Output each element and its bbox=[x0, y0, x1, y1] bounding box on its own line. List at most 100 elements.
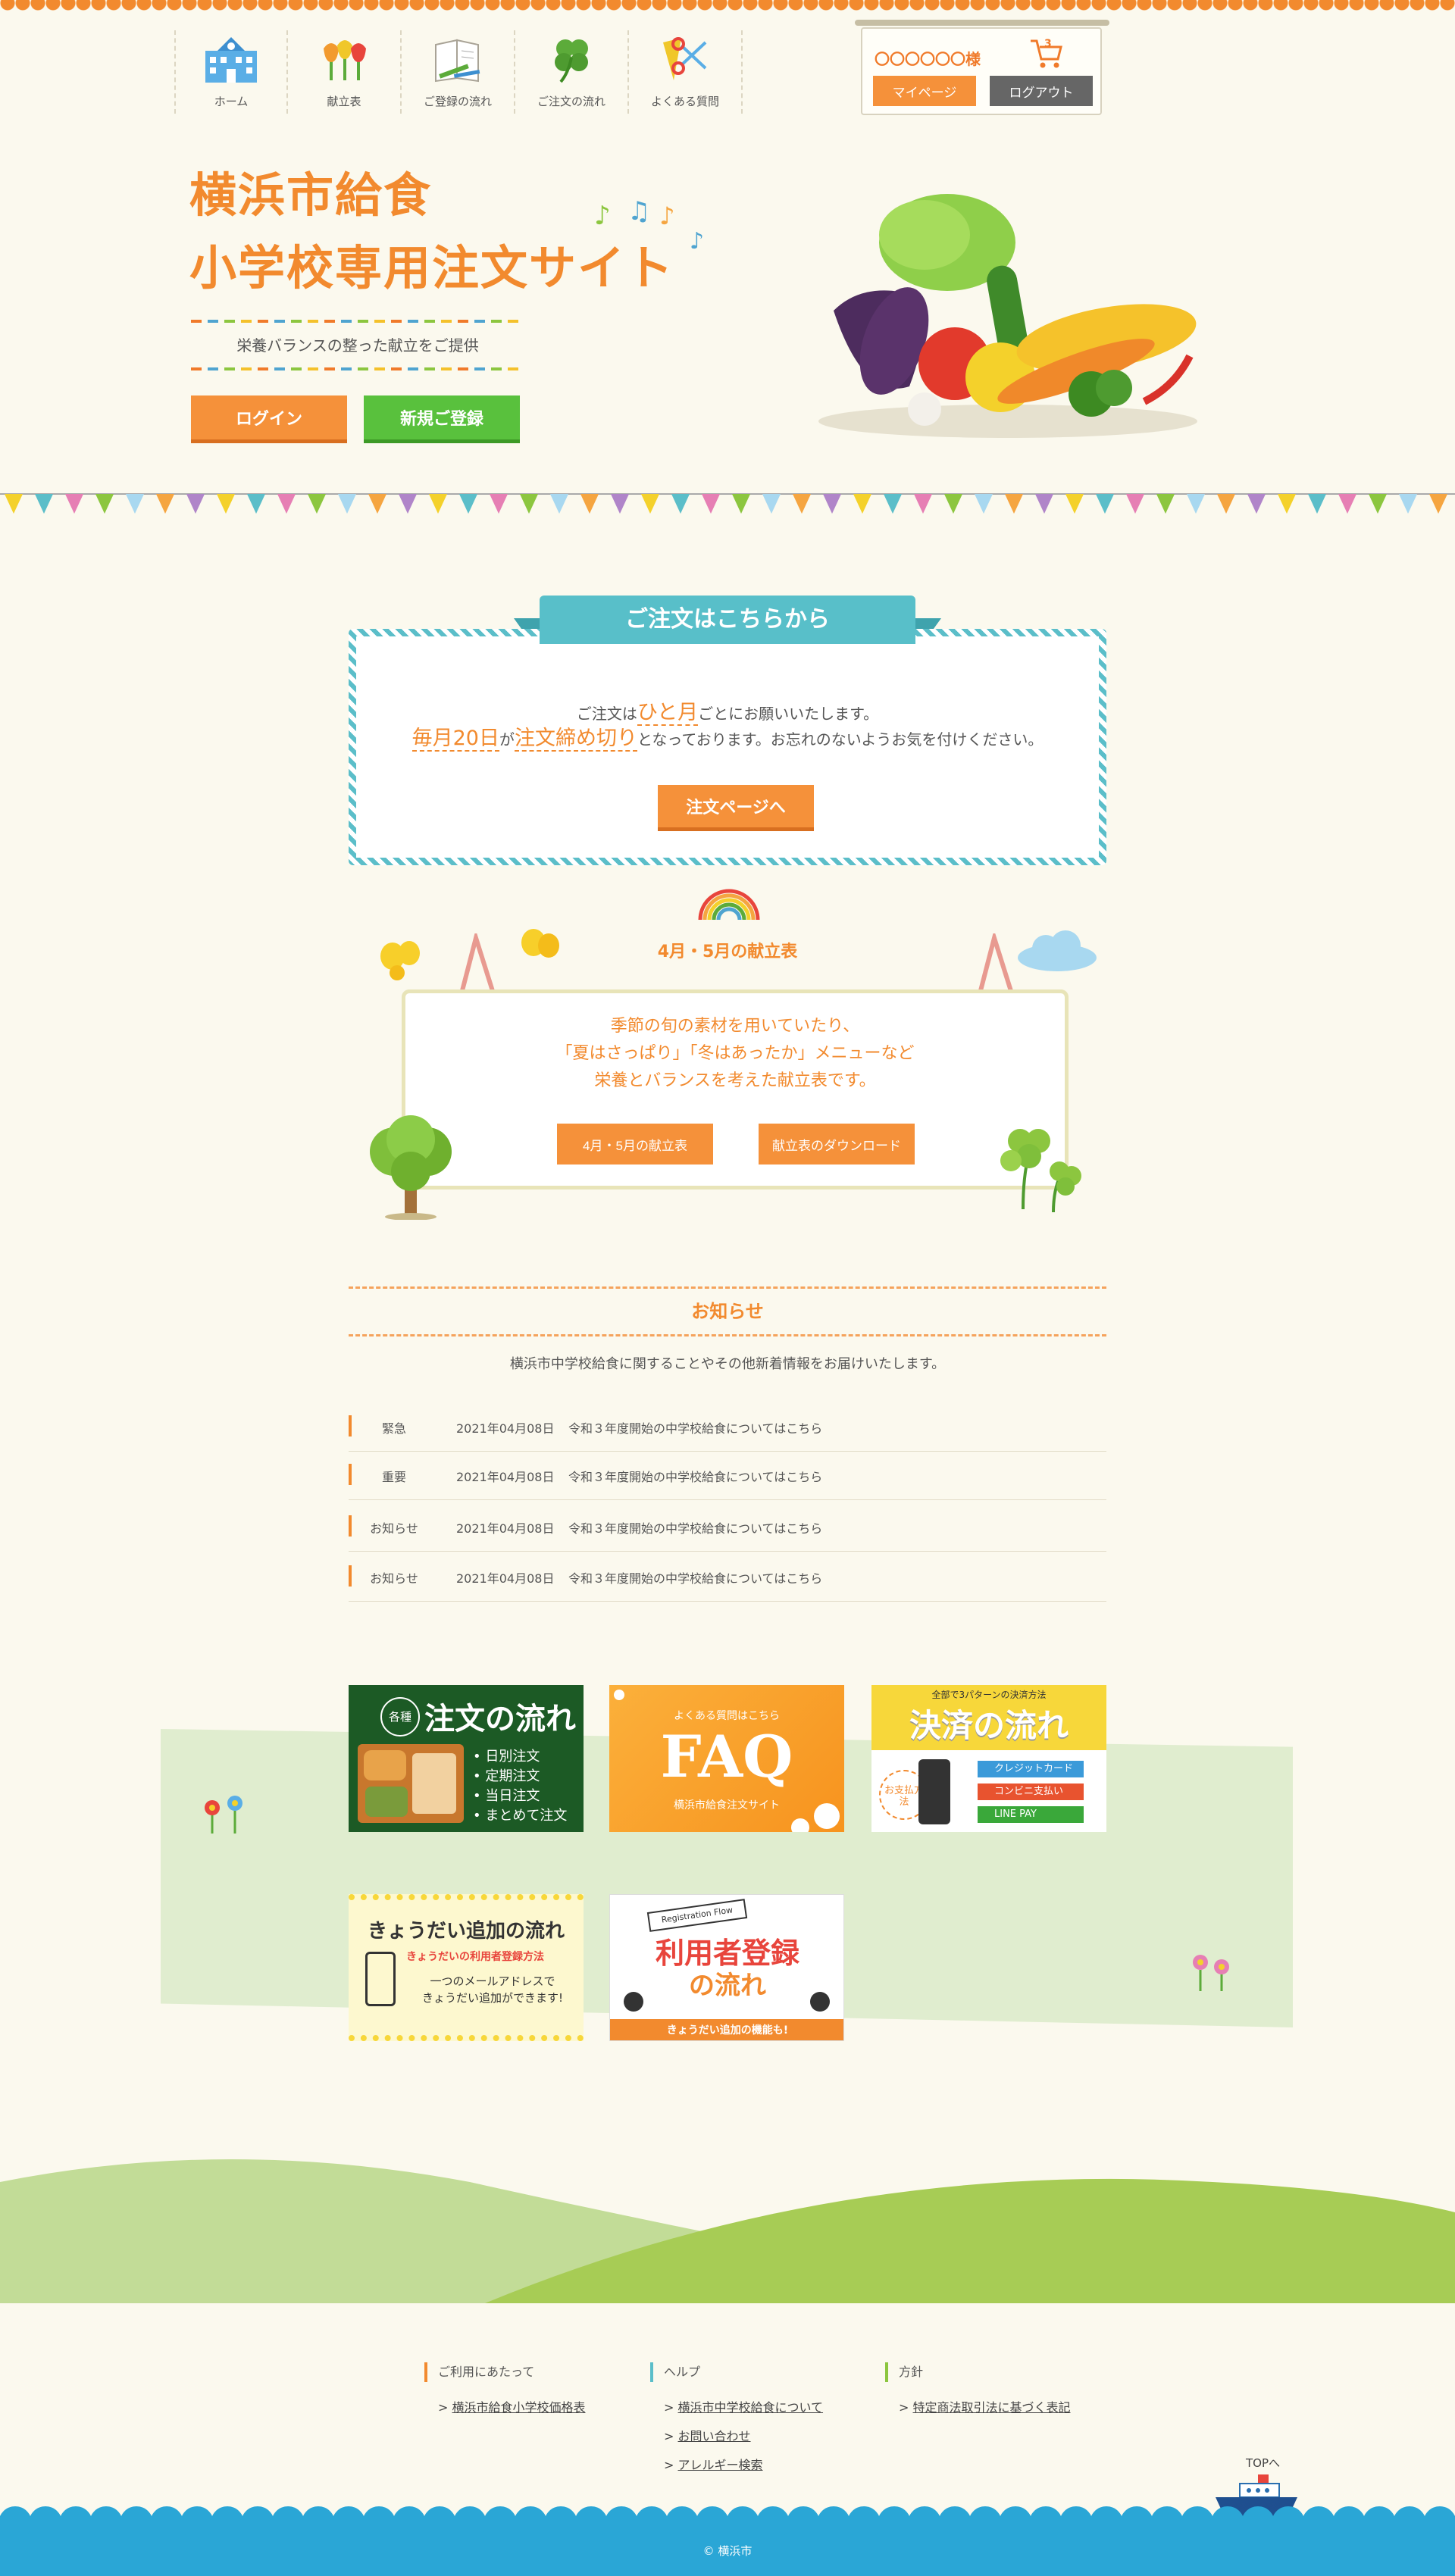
butterfly-icon bbox=[521, 929, 559, 958]
wave-crest bbox=[89, 2506, 123, 2540]
footer-link-text[interactable]: 横浜市中学校給食について bbox=[678, 2400, 824, 2415]
menu-heading: 4月・5月の献立表 bbox=[657, 943, 798, 961]
wave-crest bbox=[968, 2506, 1002, 2540]
footer-link[interactable]: > 横浜市中学校給食について bbox=[650, 2397, 823, 2415]
bunting-flag bbox=[520, 494, 538, 514]
bento-food bbox=[365, 1787, 408, 1817]
nav-item-home[interactable]: ホーム bbox=[174, 30, 288, 114]
footer-link-text[interactable]: 横浜市給食小学校価格表 bbox=[452, 2400, 586, 2415]
menu-text-line: 「夏はさっぱり」「冬はあったか」メニューなど bbox=[555, 1044, 915, 1063]
bunting-flag bbox=[1369, 494, 1387, 514]
news-bar bbox=[349, 1515, 352, 1537]
news-item[interactable]: 重要 2021年04月08日 令和３年度開始の中学校給食についてはこちら bbox=[349, 1452, 1106, 1500]
bunting-flag bbox=[853, 494, 871, 514]
payment-flow-banner[interactable]: 全部で3パターンの決済方法 決済の流れ お支払方法 クレジットカード コンビニ支… bbox=[871, 1685, 1106, 1832]
wave-crest bbox=[180, 2506, 214, 2540]
nav-label: ホーム bbox=[214, 95, 249, 108]
wave-crest bbox=[120, 2506, 153, 2540]
to-top-label[interactable]: TOPへ bbox=[1246, 2455, 1280, 2471]
nav-item-faq[interactable]: よくある質問 bbox=[629, 30, 743, 114]
news-title[interactable]: 令和３年度開始の中学校給食についてはこちら bbox=[568, 1467, 822, 1485]
mypage-button[interactable]: マイページ bbox=[873, 76, 976, 106]
scissors-icon bbox=[655, 33, 715, 86]
wave-crest bbox=[908, 2506, 941, 2540]
bunting-flag bbox=[1247, 494, 1266, 514]
bunting-flag bbox=[975, 494, 993, 514]
footer-link-text[interactable]: アレルギー検索 bbox=[678, 2458, 763, 2472]
smartphone-icon bbox=[365, 1952, 396, 2006]
registration-flow-banner[interactable]: Registration Flow 利用者登録 の流れ きょうだい追加の機能も! bbox=[609, 1894, 844, 2041]
faq-banner[interactable]: よくある質問はこちら FAQ 横浜市給食注文サイト bbox=[609, 1685, 844, 1832]
footer-column-usage: ご利用にあたって > 横浜市給食小学校価格表 bbox=[424, 2362, 586, 2426]
signup-button[interactable]: 新規ご登録 bbox=[364, 395, 520, 439]
news-category: お知らせ bbox=[370, 1571, 418, 1586]
svg-text:♪: ♪ bbox=[690, 228, 704, 255]
news-title[interactable]: 令和３年度開始の中学校給食についてはこちら bbox=[568, 1518, 822, 1537]
bunting-flag bbox=[368, 494, 386, 514]
news-date: 2021年04月08日 bbox=[456, 1470, 555, 1484]
order-highlight: 毎月20日 bbox=[411, 727, 499, 752]
payment-method-linepay: LINE PAY bbox=[978, 1806, 1084, 1823]
news-title[interactable]: 令和３年度開始の中学校給食についてはこちら bbox=[568, 1568, 822, 1587]
wave-crest bbox=[29, 2506, 62, 2540]
bunting-flag bbox=[1338, 494, 1356, 514]
wave-crest bbox=[726, 2506, 759, 2540]
wave-crest bbox=[150, 2506, 183, 2540]
footer-link[interactable]: > お問い合わせ bbox=[650, 2426, 823, 2444]
wave-crest bbox=[878, 2506, 911, 2540]
menu-board: 季節の旬の素材を用いていたり、 「夏はさっぱり」「冬はあったか」メニューなど 栄… bbox=[402, 989, 1069, 1190]
order-page-button[interactable]: 注文ページへ bbox=[658, 785, 814, 827]
wave-crest bbox=[1120, 2506, 1153, 2540]
wave-crest bbox=[1150, 2506, 1184, 2540]
wave-crest bbox=[241, 2506, 274, 2540]
tree-icon bbox=[370, 1115, 452, 1220]
news-item[interactable]: 緊急 2021年04月08日 令和３年度開始の中学校給食についてはこちら bbox=[349, 1403, 1106, 1452]
bunting-flag bbox=[277, 494, 296, 514]
bunting-flag bbox=[35, 494, 53, 514]
footer-link[interactable]: > アレルギー検索 bbox=[650, 2455, 823, 2473]
bunting-flag bbox=[1429, 494, 1447, 514]
news-date: 2021年04月08日 bbox=[456, 1521, 555, 1536]
wave-crest bbox=[544, 2506, 577, 2540]
rainbow-icon bbox=[698, 889, 760, 921]
news-title[interactable]: 令和３年度開始の中学校給食についてはこちら bbox=[568, 1418, 822, 1436]
nav-item-order-flow[interactable]: ご注文の流れ bbox=[515, 30, 629, 114]
top-scallop-border bbox=[0, 0, 1455, 12]
wave-crest bbox=[1423, 2506, 1455, 2540]
order-heading-ribbon: ご注文はこちらから bbox=[540, 596, 915, 644]
footer-link[interactable]: > 特定商法取引法に基づく表記 bbox=[885, 2397, 1071, 2415]
logout-button[interactable]: ログアウト bbox=[990, 76, 1093, 106]
bunting-flag bbox=[5, 494, 23, 514]
menu-download-button[interactable]: 献立表のダウンロード bbox=[759, 1124, 915, 1165]
news-item[interactable]: お知らせ 2021年04月08日 令和３年度開始の中学校給食についてはこちら bbox=[349, 1503, 1106, 1552]
sibling-flow-banner[interactable]: きょうだい追加の流れ きょうだいの利用者登録方法 一つのメールアドレスで きょう… bbox=[349, 1894, 584, 2041]
wave-crest bbox=[574, 2506, 608, 2540]
menu-view-button[interactable]: 4月・5月の献立表 bbox=[557, 1124, 713, 1165]
vegetables-illustration bbox=[818, 194, 1197, 438]
order-flow-banner[interactable]: 各種 注文の流れ • 日別注文 • 定期注文 • 当日注文 • まとめて注文 bbox=[349, 1685, 584, 1832]
bunting-flag bbox=[126, 494, 144, 514]
wave-crest bbox=[1363, 2506, 1396, 2540]
footer-link[interactable]: > 横浜市給食小学校価格表 bbox=[424, 2397, 586, 2415]
cart-count-badge: 3 bbox=[1044, 38, 1052, 50]
bunting-flag bbox=[914, 494, 932, 514]
news-description: 横浜市中学校給食に関することやその他新着情報をお届けいたします。 bbox=[509, 1356, 946, 1372]
user-box-rod bbox=[855, 20, 1109, 26]
wave-crest bbox=[453, 2506, 487, 2540]
person-icon bbox=[810, 1992, 830, 2012]
login-button[interactable]: ログイン bbox=[191, 395, 347, 439]
news-bar bbox=[349, 1464, 352, 1485]
bunting-flag bbox=[580, 494, 599, 514]
footer-link-text[interactable]: 特定商法取引法に基づく表記 bbox=[913, 2400, 1071, 2415]
news-item[interactable]: お知らせ 2021年04月08日 令和３年度開始の中学校給食についてはこちら bbox=[349, 1553, 1106, 1602]
news-date: 2021年04月08日 bbox=[456, 1571, 555, 1586]
footer-link-text[interactable]: お問い合わせ bbox=[678, 2429, 751, 2443]
wave-crest bbox=[635, 2506, 668, 2540]
school-icon bbox=[201, 33, 261, 86]
bunting-flag bbox=[793, 494, 811, 514]
nav-item-menu[interactable]: 献立表 bbox=[288, 30, 402, 114]
payment-top-text: 全部で3パターンの決済方法 bbox=[931, 1690, 1047, 1700]
nav-item-registration-flow[interactable]: ご登録の流れ bbox=[402, 30, 515, 114]
bunting-flag bbox=[702, 494, 720, 514]
footer-column-help: ヘルプ > 横浜市中学校給食について > お問い合わせ > アレルギー検索 bbox=[650, 2362, 823, 2484]
